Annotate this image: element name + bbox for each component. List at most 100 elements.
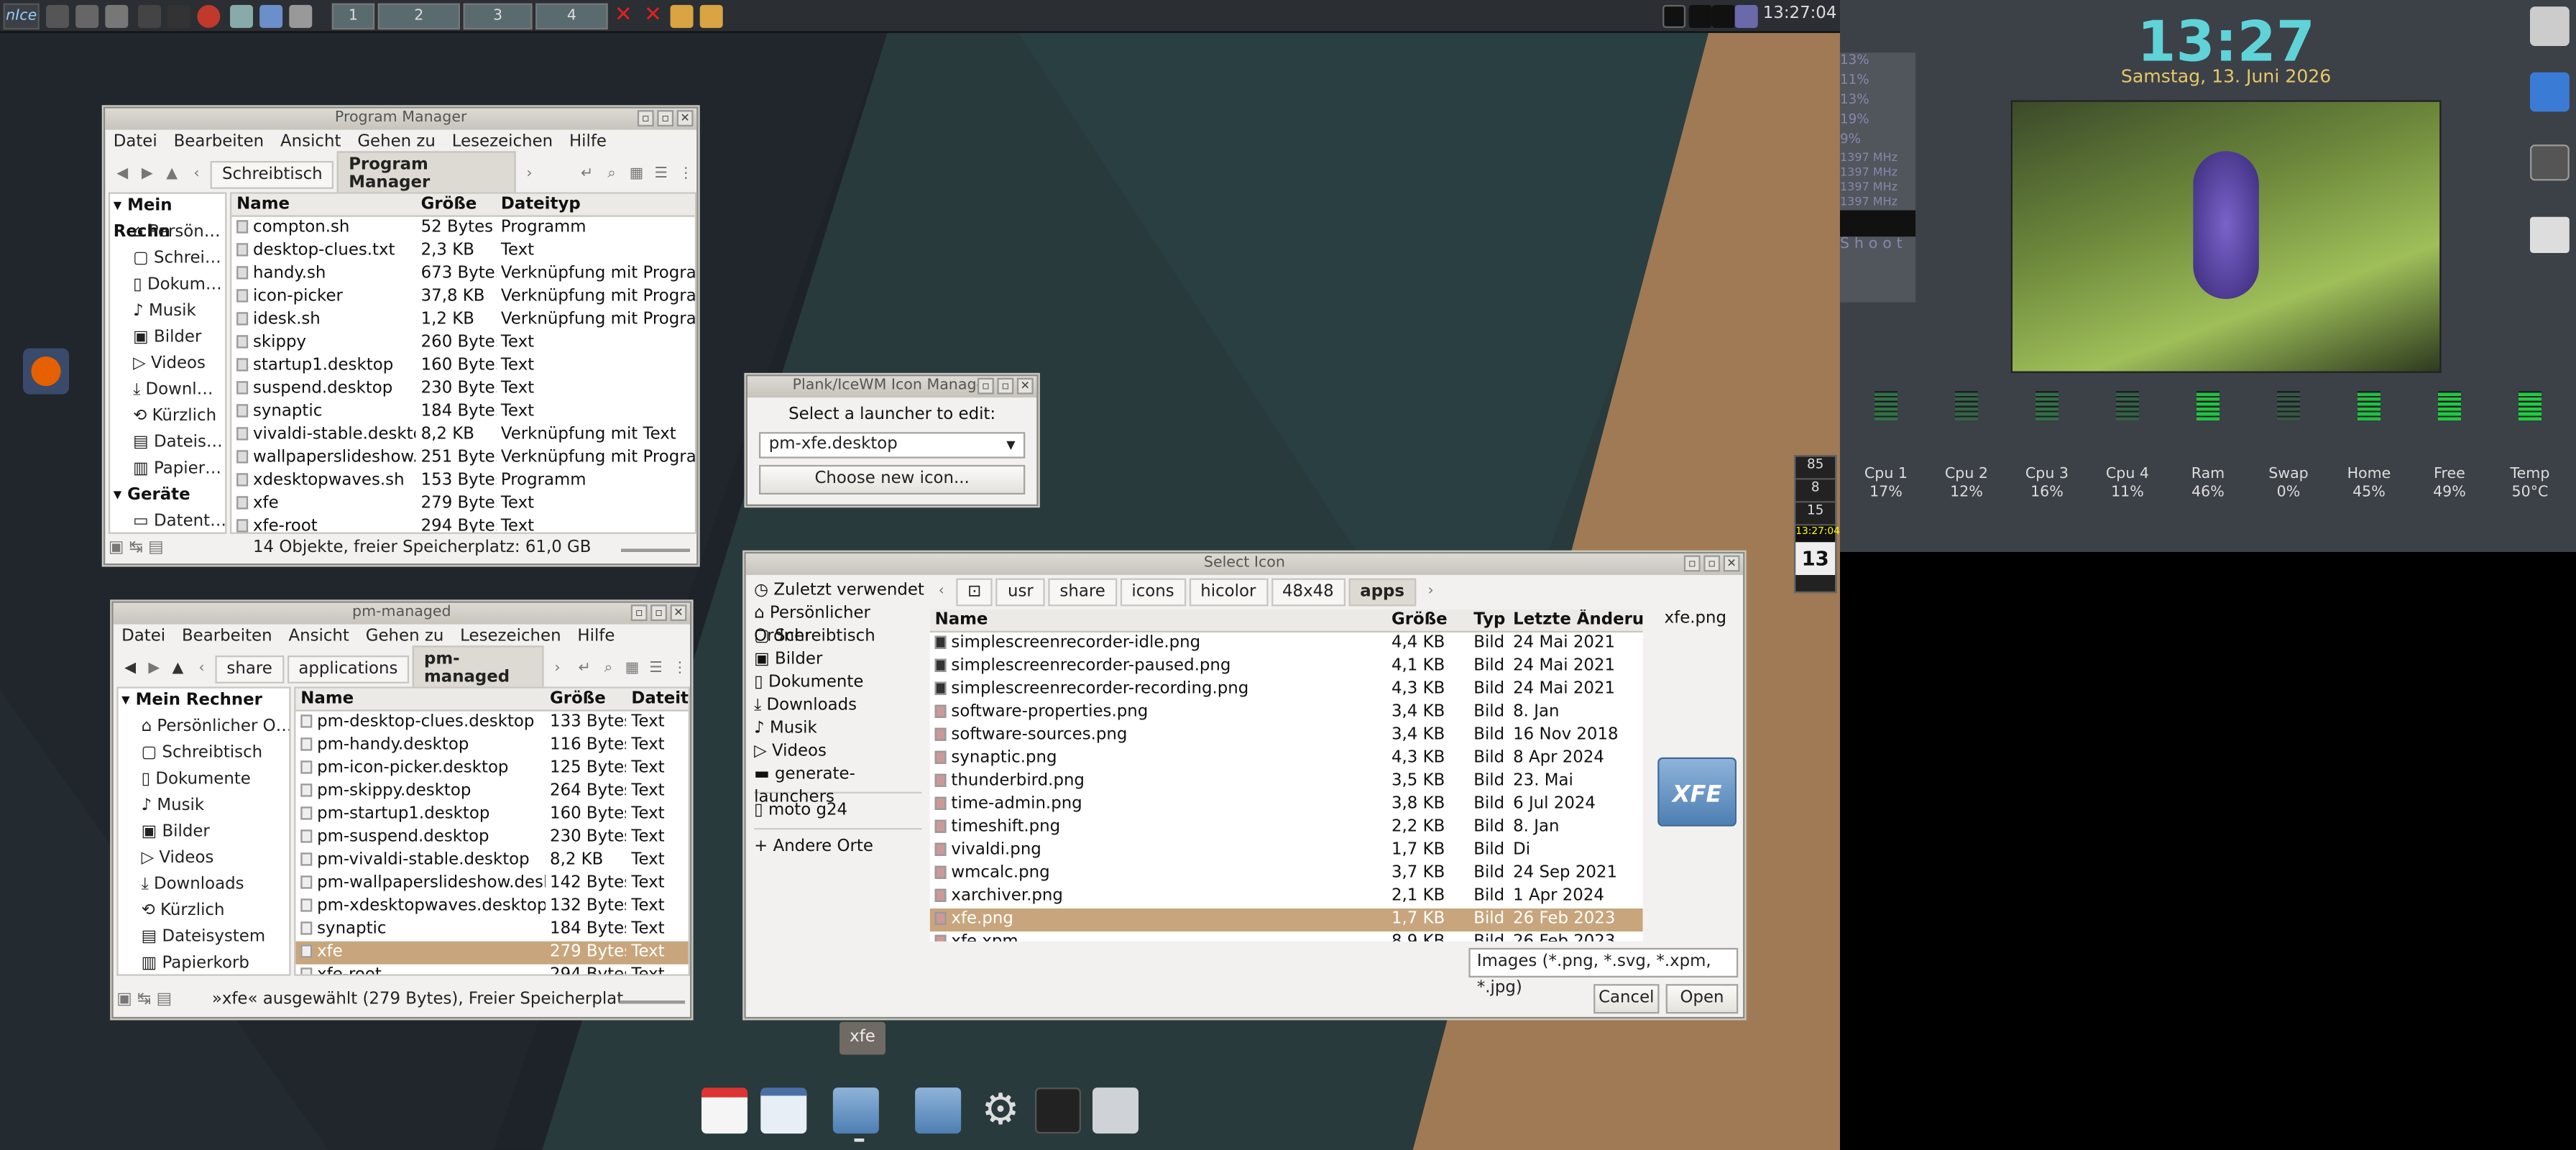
column-modified[interactable]: Letzte Änderung xyxy=(1508,610,1643,631)
path-hicolor[interactable]: hicolor xyxy=(1189,577,1268,606)
close-button[interactable]: ✕ xyxy=(676,110,694,126)
table-row[interactable]: synaptic 184 Bytes Text xyxy=(295,919,688,942)
window-titlebar[interactable]: pm-managed ▫ ▫ ✕ xyxy=(113,602,690,625)
maximize-button[interactable]: ▫ xyxy=(650,604,667,621)
path-icons[interactable]: icons xyxy=(1120,577,1186,606)
settings-gear-icon[interactable]: ⚙ xyxy=(978,1087,1024,1133)
column-size[interactable]: Größe xyxy=(545,689,626,710)
sidebar-heading[interactable]: ▾ Mein Rechn xyxy=(110,194,225,242)
compact-view-icon[interactable]: ⋮ xyxy=(670,656,691,682)
table-row[interactable]: startup1.desktop 160 Bytes Text xyxy=(231,355,695,378)
menu-datei[interactable]: Datei xyxy=(114,130,157,157)
file-filter-dropdown[interactable]: Images (*.png, *.svg, *.xpm, *.jpg)▼ xyxy=(1468,947,1739,997)
sidebar-item[interactable]: ♪ Musik xyxy=(110,299,225,326)
place-item[interactable]: ▬ generate-launchers xyxy=(751,764,925,806)
table-row[interactable]: skippy 260 Bytes Text xyxy=(231,332,695,355)
table-row[interactable]: pm-icon-picker.desktop 125 Bytes Text xyxy=(295,758,688,781)
xfe-root-icon[interactable] xyxy=(915,1087,962,1134)
sidebar-item[interactable]: ⤓ Downl… xyxy=(110,378,225,405)
place-item[interactable]: ◷ Zuletzt verwendet xyxy=(751,580,925,603)
place-item[interactable]: ▢ Schreibtisch xyxy=(751,626,925,649)
app-launcher-icon[interactable] xyxy=(45,4,69,28)
forward-icon[interactable]: ▶ xyxy=(144,656,165,682)
table-row[interactable]: vivaldi.png 1,7 KB Bild Di xyxy=(930,840,1643,862)
sidebar-heading[interactable]: ▾ Geräte xyxy=(110,483,225,510)
crumb-applications[interactable]: applications xyxy=(287,654,410,683)
table-row[interactable]: vivaldi-stable.desktop 8,2 KB Verknüpfung … xyxy=(231,424,695,447)
menu-ansicht[interactable]: Ansicht xyxy=(288,625,349,651)
sidebar-item[interactable]: ▢ Schreibtisch xyxy=(119,741,290,768)
icon-view-icon[interactable]: ▦ xyxy=(626,161,648,188)
sidebar-item[interactable]: ♪ Musik xyxy=(119,794,290,820)
back-icon[interactable]: ◀ xyxy=(120,656,141,682)
terminal-icon[interactable] xyxy=(137,4,161,28)
path-usr[interactable]: usr xyxy=(996,577,1045,606)
search-icon[interactable]: ⌕ xyxy=(598,656,619,682)
path-left-icon[interactable]: ‹ xyxy=(930,579,953,605)
zoom-slider[interactable] xyxy=(620,548,690,552)
sidebar-heading[interactable]: ▾ Mein Rechner xyxy=(119,689,290,715)
sidebar-item[interactable]: ⤓ Downloads xyxy=(119,873,290,899)
table-row[interactable]: time-admin.png 3,8 KB Bild 6 Jul 2024 xyxy=(930,794,1643,816)
table-row[interactable]: pm-vivaldi-stable.desktop 8,2 KB Text xyxy=(295,850,688,873)
table-row[interactable]: pm-skippy.desktop 264 Bytes Text xyxy=(295,781,688,804)
table-row[interactable]: handy.sh 673 BytesVerknüpfung mit Program… xyxy=(231,263,695,286)
workspace-1[interactable]: 1 xyxy=(331,3,375,30)
launcher-dropdown[interactable]: pm-xfe.desktop ▼ xyxy=(758,432,1026,459)
firefox-desktop-icon[interactable] xyxy=(22,348,69,395)
column-size[interactable]: Größe xyxy=(416,194,496,216)
zoom-slider[interactable] xyxy=(619,1000,686,1004)
forward-icon[interactable]: ▶ xyxy=(137,161,158,188)
menu-bearbeiten[interactable]: Bearbeiten xyxy=(174,130,264,157)
sidebar-item[interactable]: ⟲ Kürzlich xyxy=(110,404,225,431)
crumb-schreibtisch[interactable]: Schreibtisch xyxy=(210,160,334,188)
status-icons[interactable]: ▣ ↹ ▤ xyxy=(116,990,172,1008)
table-row[interactable]: synaptic.png 4,3 KB Bild 8 Apr 2024 xyxy=(930,748,1643,770)
workspace-3[interactable]: 3 xyxy=(463,3,533,30)
table-row[interactable]: pm-startup1.desktop 160 Bytes Text xyxy=(295,804,688,827)
minimize-button[interactable]: ▫ xyxy=(630,604,648,621)
table-row[interactable]: simplescreenrecorder-recording.png 4,3 KB… xyxy=(930,678,1643,702)
up-icon[interactable]: ▲ xyxy=(161,161,183,188)
menu-bearbeiten[interactable]: Bearbeiten xyxy=(182,625,272,651)
table-row[interactable]: icon-picker 37,8 KB Verknüpfung mit Progra… xyxy=(231,286,695,309)
minimize-button[interactable]: ▫ xyxy=(1683,555,1701,572)
folder-icon[interactable] xyxy=(699,4,723,28)
tray-icon[interactable] xyxy=(1662,4,1686,28)
menu-datei[interactable]: Datei xyxy=(121,625,165,651)
place-item[interactable]: ⌂ Persönlicher Ordner xyxy=(751,603,925,645)
taskbar-clock[interactable]: 13:27:04 xyxy=(1763,5,1837,23)
open-button[interactable]: Open xyxy=(1665,984,1739,1014)
crumb-share[interactable]: share xyxy=(215,654,284,683)
files-icon[interactable] xyxy=(229,4,253,28)
xfe-icon[interactable] xyxy=(832,1087,879,1134)
minimize-button[interactable]: ▫ xyxy=(977,377,994,395)
table-row[interactable]: xfe.png 1,7 KB Bild 26 Feb 2023 xyxy=(929,908,1643,932)
table-row[interactable]: synaptic 184 Bytes Text xyxy=(231,401,695,424)
maximize-button[interactable]: ▫ xyxy=(997,377,1014,395)
table-row[interactable]: simplescreenrecorder-paused.png 4,1 KB Bil… xyxy=(930,656,1643,678)
sidebar-item[interactable]: ⌂ Persönlicher O… xyxy=(119,714,290,741)
other-locations[interactable]: + Andere Orte xyxy=(751,836,925,859)
tray-icon[interactable] xyxy=(1711,4,1735,28)
maximize-button[interactable]: ▫ xyxy=(657,110,674,126)
maximize-button[interactable]: ▫ xyxy=(1703,555,1721,572)
camera-icon[interactable] xyxy=(2529,144,2570,181)
path-apps[interactable]: apps xyxy=(1348,577,1417,606)
sidebar-item[interactable]: ▢ Schrei… xyxy=(110,247,225,273)
table-row[interactable]: pm-xdesktopwaves.desktop 132 Bytes Text xyxy=(295,896,688,919)
path-share[interactable]: share xyxy=(1048,577,1117,606)
table-row[interactable]: xdesktopwaves.sh 153 Bytes Programm xyxy=(231,470,695,493)
glasses-icon[interactable] xyxy=(75,4,99,28)
table-row[interactable]: thunderbird.png 3,5 KB Bild 23. Mai xyxy=(930,770,1643,794)
sidebar-item[interactable]: ▭ Datent… xyxy=(110,510,225,533)
place-item[interactable]: ▯ Dokumente xyxy=(751,672,925,695)
sidebar-item[interactable]: ▣ Bilder xyxy=(110,326,225,352)
close-button[interactable]: ✕ xyxy=(1723,555,1740,572)
table-row[interactable]: compton.sh 52 Bytes Programm xyxy=(231,217,695,240)
close-button[interactable]: ✕ xyxy=(1016,377,1034,395)
table-row[interactable]: xfe.xpm 8,9 KBBild26 Feb 2023 xyxy=(930,932,1643,942)
sidebar-item[interactable]: ▤ Dateisystem xyxy=(119,925,290,952)
compact-view-icon[interactable]: ⋮ xyxy=(675,161,696,188)
red-x-icon[interactable]: ✕ xyxy=(615,4,638,28)
